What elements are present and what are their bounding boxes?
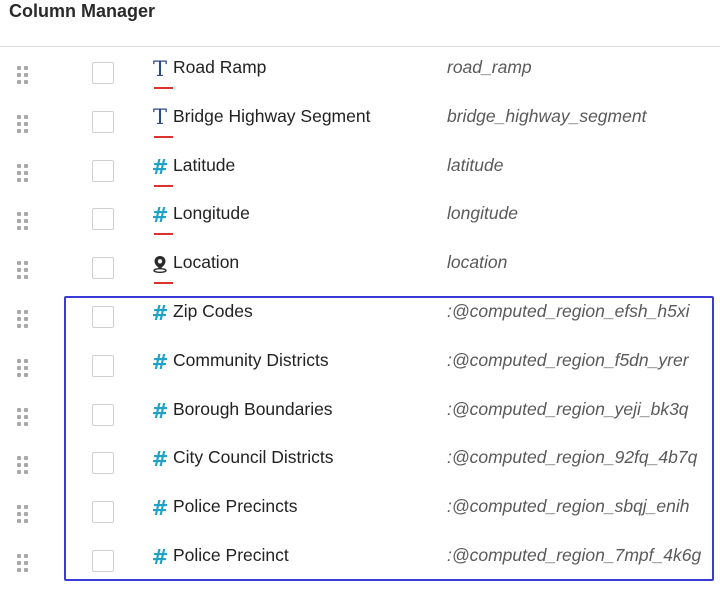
drag-handle-icon[interactable] [17, 114, 29, 133]
number-type-icon: # [151, 154, 169, 179]
column-row: # Community Districts :@computed_region_f5… [0, 345, 720, 394]
drag-handle-icon[interactable] [17, 310, 29, 328]
drag-handle-icon[interactable] [17, 358, 29, 377]
column-field-name: :@computed_region_f5dn_yrer [447, 349, 689, 370]
column-row: Location location [0, 247, 720, 296]
number-type-icon: # [151, 496, 169, 521]
column-label: Longitude [173, 203, 250, 224]
column-row: # City Council Districts :@computed_region… [0, 442, 720, 491]
column-label: Borough Boundaries [173, 398, 333, 419]
column-visibility-checkbox[interactable] [92, 257, 114, 280]
number-type-icon: # [151, 349, 169, 374]
text-type-icon: T [152, 56, 167, 81]
error-underline [154, 87, 173, 89]
column-label: City Council Districts [173, 447, 334, 468]
column-visibility-checkbox[interactable] [92, 403, 114, 426]
error-underline [154, 282, 173, 285]
column-field-name: location [447, 252, 508, 273]
column-visibility-checkbox[interactable] [92, 208, 114, 231]
drag-handle-icon[interactable] [17, 66, 29, 84]
column-label: Bridge Highway Segment [173, 105, 371, 126]
number-type-icon: # [151, 203, 169, 228]
column-label: Location [173, 252, 240, 273]
column-row: # Police Precincts :@computed_region_sbqj_… [0, 491, 720, 540]
column-row: # Borough Boundaries :@computed_region_yej… [0, 394, 720, 443]
column-visibility-checkbox[interactable] [92, 110, 114, 133]
column-field-name: bridge_highway_segment [447, 105, 647, 126]
column-field-name: :@computed_region_7mpf_4k6g [447, 545, 702, 565]
number-type-icon: # [151, 301, 169, 325]
column-field-name: latitude [447, 154, 504, 175]
column-field-name: :@computed_region_92fq_4b7q [447, 447, 698, 468]
drag-handle-icon[interactable] [17, 554, 29, 572]
error-underline [154, 135, 173, 138]
error-underline [154, 184, 173, 187]
column-visibility-checkbox[interactable] [92, 159, 114, 182]
column-label: Latitude [173, 154, 236, 175]
column-row: # Zip Codes :@computed_region_efsh_h5xi [0, 296, 720, 345]
column-field-name: road_ramp [447, 57, 532, 77]
drag-handle-icon[interactable] [17, 505, 29, 524]
column-visibility-checkbox[interactable] [92, 306, 114, 328]
number-type-icon: # [151, 447, 169, 472]
column-row: T Bridge Highway Segment bridge_highway_se… [0, 101, 720, 150]
number-type-icon: # [151, 545, 169, 569]
column-field-name: :@computed_region_efsh_h5xi [447, 301, 690, 321]
column-visibility-checkbox[interactable] [92, 452, 114, 475]
column-visibility-checkbox[interactable] [92, 62, 114, 84]
column-field-name: longitude [447, 203, 519, 224]
column-label: Road Ramp [173, 57, 267, 77]
column-label: Community Districts [173, 349, 329, 370]
column-row: T Road Ramp road_ramp [0, 52, 720, 101]
column-visibility-checkbox[interactable] [92, 354, 114, 377]
column-row: # Police Precinct :@computed_region_7mpf_4… [0, 540, 720, 589]
column-manager-header: Column Manager [0, 0, 720, 47]
drag-handle-icon[interactable] [17, 407, 29, 426]
column-label: Zip Codes [173, 301, 253, 321]
drag-handle-icon[interactable] [17, 163, 29, 182]
column-label: Police Precincts [173, 496, 298, 517]
text-type-icon: T [152, 105, 167, 130]
column-field-name: :@computed_region_yeji_bk3q [447, 398, 689, 419]
location-type-icon [150, 251, 170, 277]
number-type-icon: # [151, 398, 169, 423]
page-title: Column Manager [9, 1, 156, 21]
column-field-name: :@computed_region_sbqj_enih [447, 496, 690, 517]
drag-handle-icon[interactable] [17, 212, 29, 231]
drag-handle-icon[interactable] [17, 456, 29, 475]
column-visibility-checkbox[interactable] [92, 550, 114, 572]
column-label: Police Precinct [173, 545, 289, 565]
error-underline [154, 233, 173, 236]
column-row: # Longitude longitude [0, 198, 720, 247]
column-visibility-checkbox[interactable] [92, 501, 114, 524]
column-row: # Latitude latitude [0, 150, 720, 199]
drag-handle-icon[interactable] [17, 261, 29, 280]
